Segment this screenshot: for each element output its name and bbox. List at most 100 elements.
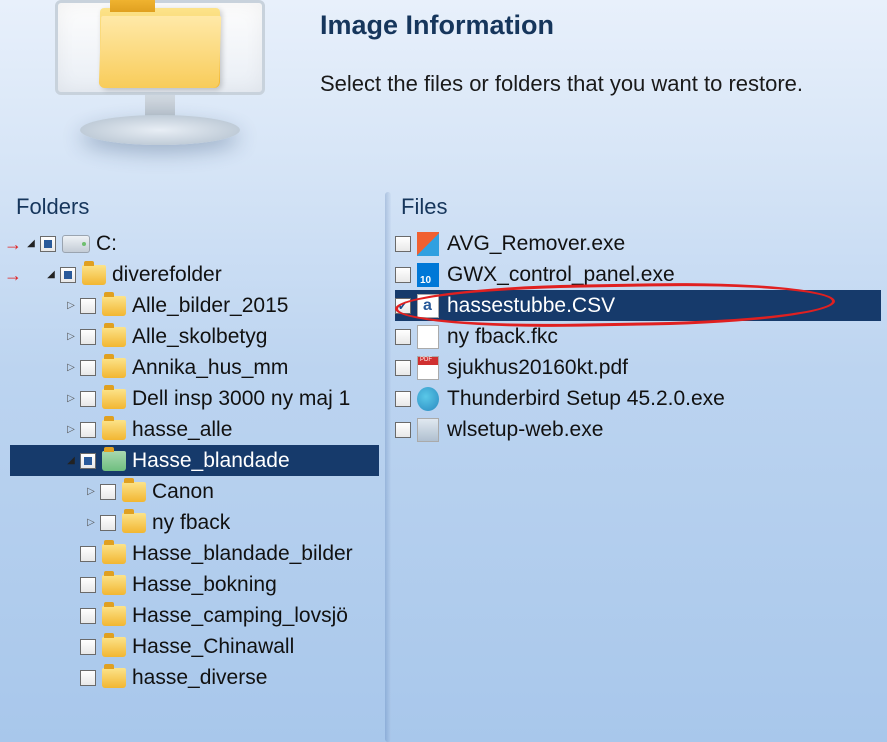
expand-icon[interactable]: ▷ bbox=[64, 299, 78, 313]
file-row[interactable]: AVG_Remover.exe bbox=[395, 228, 881, 259]
folder-icon bbox=[102, 544, 126, 564]
file-name-label: wlsetup-web.exe bbox=[447, 418, 603, 442]
folders-pane: Folders →◢C:→◢diverefolder▷Alle_bilder_2… bbox=[0, 190, 385, 742]
checkbox[interactable] bbox=[80, 329, 96, 345]
checkbox[interactable] bbox=[80, 546, 96, 562]
checkbox[interactable] bbox=[395, 236, 411, 252]
tree-item-label: ny fback bbox=[152, 511, 230, 535]
file-name-label: Thunderbird Setup 45.2.0.exe bbox=[447, 387, 725, 411]
file-row[interactable]: sjukhus20160kt.pdf bbox=[395, 352, 881, 383]
tree-item-label: Canon bbox=[152, 480, 214, 504]
expand-icon[interactable]: ▷ bbox=[64, 361, 78, 375]
checkbox[interactable] bbox=[395, 267, 411, 283]
files-pane: Files AVG_Remover.exeGWX_control_panel.e… bbox=[385, 190, 887, 742]
tree-row[interactable]: Hasse_Chinawall bbox=[10, 631, 379, 662]
file-row[interactable]: wlsetup-web.exe bbox=[395, 414, 881, 445]
expand-icon[interactable]: ▷ bbox=[64, 392, 78, 406]
folder-icon bbox=[102, 575, 126, 595]
checkbox[interactable] bbox=[80, 391, 96, 407]
expand-icon[interactable]: ▷ bbox=[64, 423, 78, 437]
expand-icon[interactable]: ▷ bbox=[84, 516, 98, 530]
checkbox[interactable] bbox=[395, 391, 411, 407]
tree-item-label: hasse_diverse bbox=[132, 666, 267, 690]
folder-icon bbox=[122, 482, 146, 502]
folder-icon bbox=[122, 513, 146, 533]
tree-row[interactable]: hasse_diverse bbox=[10, 662, 379, 693]
tree-item-label: diverefolder bbox=[112, 263, 222, 287]
pane-divider[interactable] bbox=[385, 192, 391, 742]
tree-item-label: C: bbox=[96, 232, 117, 256]
tree-row[interactable]: ◢ Hasse_blandade bbox=[10, 445, 379, 476]
expand-icon bbox=[64, 640, 78, 654]
tree-item-label: Hasse_bokning bbox=[132, 573, 277, 597]
checkbox[interactable] bbox=[80, 670, 96, 686]
checkbox[interactable] bbox=[80, 422, 96, 438]
tree-row[interactable]: Hasse_blandade_bilder bbox=[10, 538, 379, 569]
checkbox[interactable] bbox=[80, 639, 96, 655]
file-icon bbox=[417, 418, 439, 442]
tree-row[interactable]: Hasse_bokning bbox=[10, 569, 379, 600]
backup-illustration bbox=[30, 0, 290, 180]
checkbox[interactable] bbox=[80, 608, 96, 624]
checkbox[interactable] bbox=[100, 484, 116, 500]
folders-header: Folders bbox=[10, 190, 379, 228]
expand-icon bbox=[64, 671, 78, 685]
tree-row[interactable]: →◢diverefolder bbox=[10, 259, 379, 290]
checkbox[interactable] bbox=[80, 577, 96, 593]
file-name-label: hassestubbe.CSV bbox=[447, 294, 615, 318]
tree-row[interactable]: →◢C: bbox=[10, 228, 379, 259]
file-row[interactable]: Thunderbird Setup 45.2.0.exe bbox=[395, 383, 881, 414]
collapse-icon[interactable]: ◢ bbox=[24, 237, 38, 251]
tree-item-label: Hasse_blandade_bilder bbox=[132, 542, 353, 566]
checkbox[interactable] bbox=[100, 515, 116, 531]
tree-item-label: Hasse_blandade bbox=[132, 449, 290, 473]
files-header: Files bbox=[395, 190, 881, 228]
checkbox[interactable] bbox=[80, 298, 96, 314]
expand-icon[interactable]: ▷ bbox=[84, 485, 98, 499]
collapse-icon[interactable]: ◢ bbox=[64, 454, 78, 468]
tree-row[interactable]: Hasse_camping_lovsjö bbox=[10, 600, 379, 631]
file-icon bbox=[417, 232, 439, 256]
tree-row[interactable]: ▷ Alle_skolbetyg bbox=[10, 321, 379, 352]
folder-icon bbox=[102, 358, 126, 378]
tree-row[interactable]: ▷ Canon bbox=[10, 476, 379, 507]
file-name-label: sjukhus20160kt.pdf bbox=[447, 356, 628, 380]
file-name-label: ny fback.fkc bbox=[447, 325, 558, 349]
tree-item-label: Hasse_Chinawall bbox=[132, 635, 294, 659]
expand-icon[interactable]: ▷ bbox=[64, 330, 78, 344]
tree-item-label: Alle_bilder_2015 bbox=[132, 294, 288, 318]
file-row[interactable]: hassestubbe.CSV bbox=[395, 290, 881, 321]
annotation-arrow-icon: → bbox=[4, 266, 22, 284]
folder-icon bbox=[102, 296, 126, 316]
checkbox[interactable] bbox=[395, 298, 411, 314]
file-icon bbox=[417, 263, 439, 287]
tree-item-label: Alle_skolbetyg bbox=[132, 325, 267, 349]
folder-icon bbox=[102, 327, 126, 347]
checkbox[interactable] bbox=[40, 236, 56, 252]
tree-row[interactable]: ▷Annika_hus_mm bbox=[10, 352, 379, 383]
file-row[interactable]: GWX_control_panel.exe bbox=[395, 259, 881, 290]
page-title: Image Information bbox=[320, 10, 803, 41]
checkbox[interactable] bbox=[395, 329, 411, 345]
tree-row[interactable]: ▷hasse_alle bbox=[10, 414, 379, 445]
file-icon bbox=[417, 294, 439, 318]
checkbox[interactable] bbox=[395, 360, 411, 376]
file-row[interactable]: ny fback.fkc bbox=[395, 321, 881, 352]
folder-icon bbox=[82, 265, 106, 285]
checkbox[interactable] bbox=[60, 267, 76, 283]
content-area: Folders →◢C:→◢diverefolder▷Alle_bilder_2… bbox=[0, 190, 887, 742]
drive-icon bbox=[62, 235, 90, 253]
checkbox[interactable] bbox=[395, 422, 411, 438]
checkbox[interactable] bbox=[80, 360, 96, 376]
checkbox[interactable] bbox=[80, 453, 96, 469]
page-subtitle: Select the files or folders that you wan… bbox=[320, 71, 803, 97]
folder-icon bbox=[102, 389, 126, 409]
collapse-icon[interactable]: ◢ bbox=[44, 268, 58, 282]
folder-tree: →◢C:→◢diverefolder▷Alle_bilder_2015▷Alle… bbox=[10, 228, 379, 693]
tree-row[interactable]: ▷Dell insp 3000 ny maj 1 bbox=[10, 383, 379, 414]
expand-icon bbox=[64, 578, 78, 592]
expand-icon bbox=[64, 609, 78, 623]
tree-row[interactable]: ▷ ny fback bbox=[10, 507, 379, 538]
folder-icon bbox=[102, 420, 126, 440]
tree-row[interactable]: ▷ Alle_bilder_2015 bbox=[10, 290, 379, 321]
